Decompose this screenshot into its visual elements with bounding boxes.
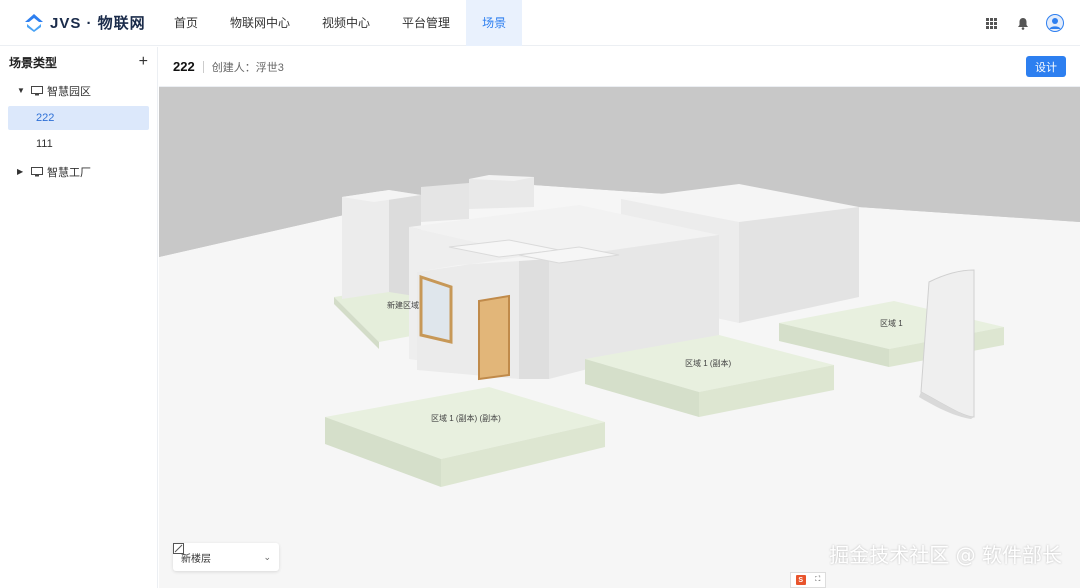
- tree-leaf-222[interactable]: 222: [8, 106, 149, 130]
- logo-text: JVS · 物联网: [50, 15, 146, 32]
- nav-scene[interactable]: 场景: [466, 0, 523, 46]
- top-icons: [982, 0, 1064, 46]
- user-avatar-icon[interactable]: [1046, 14, 1064, 32]
- region-label-region1-copy[interactable]: 区域 1 (副本): [685, 358, 731, 369]
- floor-edit-icon: [173, 543, 184, 554]
- scene-creator: 创建人：浮世3: [211, 61, 284, 74]
- tree-node-label: 智慧工厂: [47, 166, 91, 179]
- mini-toolbar[interactable]: S ⛶: [790, 572, 826, 588]
- watermark: 掘金技术社区 @ 软件部长: [829, 543, 1062, 567]
- app-logo[interactable]: JVS · 物联网: [0, 0, 158, 46]
- scene-header: 222 创建人：浮世3 设计: [159, 47, 1080, 87]
- scene-canvas[interactable]: [159, 87, 1080, 588]
- floor-select[interactable]: 新楼层 ⌄: [173, 543, 279, 571]
- design-button[interactable]: 设计: [1026, 56, 1066, 77]
- apps-grid-icon[interactable]: [982, 14, 1000, 32]
- tree-node-smart-park[interactable]: ▼ 智慧园区: [0, 77, 157, 104]
- region-label-new[interactable]: 新建区域: [387, 300, 419, 311]
- monitor-icon: [31, 166, 43, 176]
- floor-select-value: 新楼层: [181, 553, 211, 565]
- scene-3d-viewport[interactable]: 新建区域 区域 1 区域 1 (副本) 区域 1 (副本) (副本) 新楼层 ⌄…: [159, 87, 1080, 588]
- nav-video-center[interactable]: 视频中心: [306, 0, 386, 46]
- tree-leaf-111[interactable]: 111: [8, 132, 149, 156]
- scene-name: 222: [173, 59, 195, 74]
- sidebar-header: 场景类型 +: [0, 47, 157, 77]
- top-bar: JVS · 物联网 首页 物联网中心 视频中心 平台管理 场景: [0, 0, 1080, 46]
- logo-icon: [25, 13, 43, 32]
- nav-home[interactable]: 首页: [158, 0, 214, 46]
- expand-icon[interactable]: ⛶: [815, 576, 820, 584]
- add-scene-type-button[interactable]: +: [139, 54, 148, 70]
- main-nav: 首页 物联网中心 视频中心 平台管理 场景: [158, 0, 523, 46]
- sidebar-title: 场景类型: [9, 55, 58, 70]
- tree-node-smart-factory[interactable]: ▶ 智慧工厂: [0, 158, 157, 185]
- region-label-region1-copy-copy[interactable]: 区域 1 (副本) (副本): [431, 413, 501, 424]
- monitor-icon: [31, 85, 43, 95]
- bell-icon[interactable]: [1014, 14, 1032, 32]
- caret-down-icon[interactable]: ▼: [17, 86, 27, 95]
- nav-iot-center[interactable]: 物联网中心: [214, 0, 306, 46]
- divider: [202, 60, 204, 73]
- chevron-down-icon: ⌄: [263, 551, 271, 562]
- region-label-region1[interactable]: 区域 1: [880, 318, 903, 329]
- scene-type-sidebar: 场景类型 + ▼ 智慧园区 222 111 ▶ 智慧工厂: [0, 47, 158, 588]
- s-logo-icon: S: [795, 575, 806, 585]
- caret-right-icon[interactable]: ▶: [17, 167, 27, 176]
- tree-node-label: 智慧园区: [47, 85, 91, 98]
- nav-platform-management[interactable]: 平台管理: [386, 0, 466, 46]
